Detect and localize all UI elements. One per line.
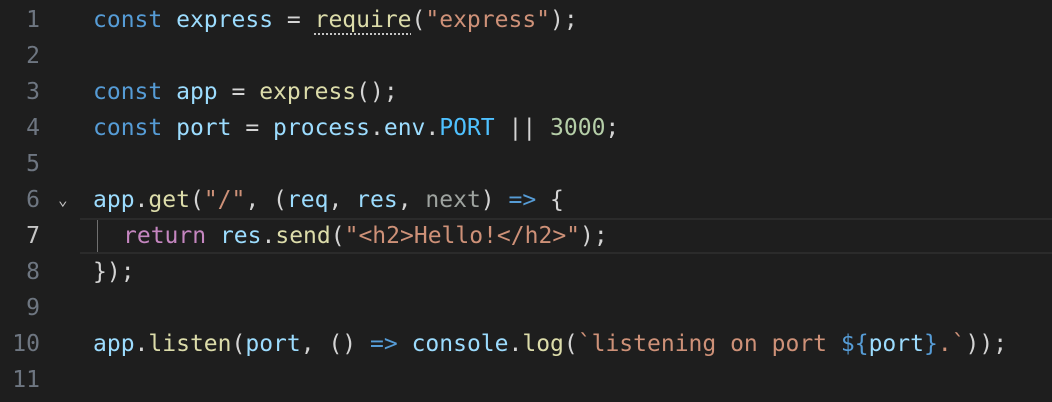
- code-text[interactable]: const port = process.env.PORT || 3000;: [93, 110, 619, 146]
- function-token: listen: [148, 331, 232, 357]
- string-token: "express": [425, 7, 551, 33]
- punctuation-token: (: [189, 187, 204, 213]
- punctuation-token: ,: [328, 187, 357, 213]
- code-text[interactable]: app.get("/", (req, res, next) => {: [93, 182, 564, 218]
- line-number: 1: [26, 7, 40, 33]
- control-keyword-token: return: [123, 223, 207, 249]
- function-token: express: [259, 79, 357, 105]
- code-line-4[interactable]: 4 const port = process.env.PORT || 3000;: [0, 110, 1052, 146]
- line-number: 3: [26, 79, 40, 105]
- line-number: 6: [26, 187, 40, 213]
- template-string-token: `listening on port: [577, 331, 841, 357]
- keyword-token: const: [93, 115, 163, 141]
- number-token: 3000: [550, 115, 606, 141]
- keyword-token: const: [93, 79, 163, 105]
- punctuation-token: .: [134, 331, 149, 357]
- punctuation-token: .: [134, 187, 149, 213]
- keyword-token: const: [93, 7, 163, 33]
- constant-token: PORT: [439, 115, 495, 141]
- variable-token: app: [93, 331, 135, 357]
- variable-token: express: [176, 7, 274, 33]
- punctuation-token: );: [550, 7, 578, 33]
- code-line-11[interactable]: 11: [0, 362, 1052, 398]
- code-line-3[interactable]: 3 const app = express();: [0, 74, 1052, 110]
- variable-token: port: [176, 115, 232, 141]
- variable-token: console: [411, 331, 509, 357]
- punctuation-token: (: [411, 7, 426, 33]
- code-editor[interactable]: 1 const express = require("express"); 2 …: [0, 2, 1052, 402]
- variable-token: process: [273, 115, 370, 141]
- code-line-7-current[interactable]: 7 return res.send("<h2>Hello!</h2>");: [0, 218, 1052, 254]
- punctuation-token: (: [563, 331, 578, 357]
- string-token: "<h2>Hello!</h2>": [344, 223, 581, 249]
- punctuation-token: (: [231, 331, 246, 357]
- line-number: 2: [26, 43, 40, 69]
- code-text[interactable]: });: [93, 254, 135, 290]
- punctuation-token: ): [480, 187, 509, 213]
- code-text[interactable]: return res.send("<h2>Hello!</h2>");: [93, 218, 608, 254]
- parameter-token: req: [286, 187, 329, 213]
- punctuation-token: .: [261, 223, 276, 249]
- code-line-8[interactable]: 8 });: [0, 254, 1052, 290]
- punctuation-token: ,: [397, 187, 426, 213]
- line-number: 4: [26, 115, 40, 141]
- punctuation-token: ();: [356, 79, 398, 105]
- punctuation-token: .: [425, 115, 440, 141]
- punctuation-token: .: [369, 115, 384, 141]
- code-text[interactable]: app.listen(port, () => console.log(`list…: [93, 326, 1007, 362]
- code-text[interactable]: const app = express();: [93, 74, 398, 110]
- function-token-with-hint[interactable]: require: [315, 7, 412, 33]
- variable-token: app: [176, 79, 218, 105]
- punctuation-token: });: [93, 259, 135, 285]
- code-line-1[interactable]: 1 const express = require("express");: [0, 2, 1052, 38]
- line-number: 9: [26, 295, 40, 321]
- template-interpolation-token: ${: [840, 331, 869, 357]
- code-text[interactable]: const express = require("express");: [93, 2, 578, 38]
- variable-token: res: [219, 223, 262, 249]
- variable-token: app: [93, 187, 135, 213]
- function-token: get: [148, 187, 190, 213]
- template-string-token: .`: [937, 331, 966, 357]
- code-line-5[interactable]: 5: [0, 146, 1052, 182]
- variable-token: port: [245, 331, 301, 357]
- operator-token: =: [231, 115, 274, 141]
- line-number: 11: [12, 367, 40, 393]
- operator-token: ||: [494, 115, 551, 141]
- line-number: 7: [26, 223, 40, 249]
- line-number: 8: [26, 259, 40, 285]
- punctuation-token: , (: [245, 187, 287, 213]
- punctuation-token: ));: [965, 331, 1008, 357]
- code-line-9[interactable]: 9: [0, 290, 1052, 326]
- code-line-6[interactable]: 6 ⌄ app.get("/", (req, res, next) => {: [0, 182, 1052, 218]
- punctuation-token: (: [330, 223, 345, 249]
- parameter-token: res: [356, 187, 398, 213]
- arrow-token: =>: [508, 187, 537, 213]
- code-line-10[interactable]: 10 app.listen(port, () => console.log(`l…: [0, 326, 1052, 362]
- property-token: env: [383, 115, 426, 141]
- function-token: log: [522, 331, 564, 357]
- operator-token: =: [217, 79, 260, 105]
- unused-parameter-token: next: [425, 187, 481, 213]
- fold-chevron-icon[interactable]: ⌄: [58, 182, 68, 218]
- punctuation-token: );: [580, 223, 608, 249]
- punctuation-token: , (): [300, 331, 370, 357]
- line-number: 10: [12, 331, 40, 357]
- punctuation-token: .: [508, 331, 523, 357]
- operator-token: =: [273, 7, 315, 33]
- code-line-2[interactable]: 2: [0, 38, 1052, 74]
- line-number: 5: [26, 151, 40, 177]
- punctuation-token: {: [536, 187, 564, 213]
- arrow-token: =>: [370, 331, 398, 357]
- function-token: send: [275, 223, 331, 249]
- template-interpolation-token: }: [923, 331, 938, 357]
- punctuation-token: ;: [605, 115, 620, 141]
- string-token: "/": [203, 187, 246, 213]
- variable-token: port: [868, 331, 924, 357]
